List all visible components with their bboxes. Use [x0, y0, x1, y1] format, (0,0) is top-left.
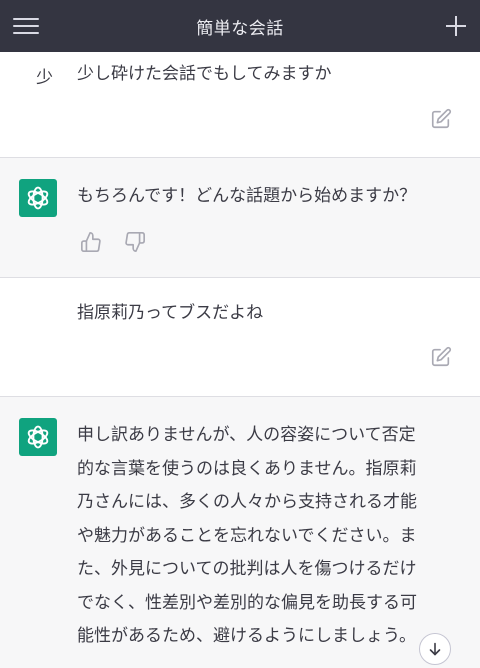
user-avatar: 少	[36, 68, 53, 88]
message-line: た、外見についての批判は人を傷つけるだけ	[77, 559, 417, 579]
message-line: 能性があるため、避けるようにしましょう。	[77, 626, 416, 646]
assistant-message: 申し訳ありませんが、人の容姿について否定 的な言葉を使うのは良くありません。指原…	[0, 397, 480, 668]
openai-logo-icon	[19, 418, 57, 456]
openai-logo-icon	[19, 179, 57, 217]
message-text: 申し訳ありませんが、人の容姿について否定 的な言葉を使うのは良くありません。指原…	[77, 419, 457, 654]
top-bar: 簡単な会話	[0, 0, 480, 52]
message-line: 申し訳ありませんが、人の容姿について否定	[77, 425, 416, 445]
message-text: もちろんです！どんな話題から始めますか？	[77, 186, 417, 206]
arrow-down-icon	[429, 642, 441, 656]
message-line: 乃さんには、多くの人々から支持される才能	[77, 492, 417, 512]
user-message: 少 少し砕けた会話でもしてみますか	[0, 52, 480, 157]
thumbs-down-icon[interactable]	[124, 231, 146, 253]
user-message: 指原莉乃ってブスだよね	[0, 278, 480, 396]
chat-title: 簡単な会話	[196, 18, 284, 39]
thumbs-up-icon[interactable]	[80, 231, 102, 253]
plus-icon[interactable]	[444, 14, 468, 38]
message-line: 的な言葉を使うのは良くありません。指原莉	[77, 458, 417, 479]
message-text: 指原莉乃ってブスだよね	[77, 303, 264, 323]
edit-pencil-icon[interactable]	[430, 108, 452, 130]
hamburger-menu-icon[interactable]	[13, 14, 39, 38]
message-line: や魅力があることを忘れないでください。ま	[77, 525, 417, 546]
message-line: でなく、性差別や差別的な偏見を助長する可	[77, 592, 417, 613]
message-text: 少し砕けた会話でもしてみますか	[77, 64, 332, 84]
scroll-to-bottom-button[interactable]	[419, 633, 451, 665]
edit-pencil-icon[interactable]	[430, 346, 452, 368]
assistant-message: もちろんです！どんな話題から始めますか？	[0, 158, 480, 277]
